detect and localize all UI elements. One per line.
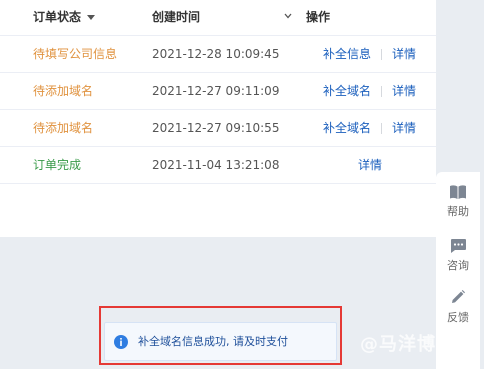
complete-domain-link[interactable]: 补全域名 — [323, 73, 371, 109]
divider — [380, 48, 382, 60]
status-header-label: 订单状态 — [33, 10, 82, 24]
details-link[interactable]: 详情 — [392, 110, 416, 146]
pencil-icon — [452, 290, 465, 303]
status-column-header[interactable]: 订单状态 — [33, 0, 96, 36]
chevron-down-icon[interactable] — [284, 12, 292, 20]
consult-button[interactable]: 咨询 — [436, 238, 480, 273]
time-cell: 2021-12-28 10:09:45 — [152, 47, 280, 61]
table-row: 待填写公司信息 2021-12-28 10:09:45 补全信息 详情 — [0, 36, 436, 73]
book-icon — [450, 185, 466, 199]
help-label: 帮助 — [447, 205, 469, 218]
actions-cell: 补全信息 详情 — [300, 36, 436, 73]
table-row: 订单完成 2021-11-04 13:21:08 详情 — [0, 147, 436, 184]
order-table: 订单状态 创建时间 操作 待填写公司信息 2021-12-28 10:09:45… — [0, 0, 436, 237]
table-row: 待添加域名 2021-12-27 09:11:09 补全域名 详情 — [0, 73, 436, 110]
table-row: 待添加域名 2021-12-27 09:10:55 补全域名 详情 — [0, 110, 436, 147]
time-cell: 2021-12-27 09:11:09 — [152, 84, 280, 98]
status-cell: 订单完成 — [33, 158, 82, 172]
status-cell: 待添加域名 — [33, 84, 94, 98]
highlight-box — [99, 306, 342, 365]
complete-domain-link[interactable]: 补全域名 — [323, 110, 371, 146]
actions-cell: 补全域名 详情 — [300, 73, 436, 110]
details-link[interactable]: 详情 — [358, 147, 382, 183]
time-cell: 2021-11-04 13:21:08 — [152, 158, 280, 172]
watermark: @马洋博客 — [360, 334, 455, 355]
caret-down-icon[interactable] — [87, 15, 96, 20]
details-link[interactable]: 详情 — [392, 36, 416, 72]
actions-cell: 详情 — [300, 147, 436, 184]
time-cell: 2021-12-27 09:10:55 — [152, 121, 280, 135]
table-header: 订单状态 创建时间 操作 — [0, 0, 436, 36]
feedback-button[interactable]: 反馈 — [436, 290, 480, 325]
status-cell: 待填写公司信息 — [33, 47, 118, 61]
feedback-label: 反馈 — [447, 311, 469, 324]
details-link[interactable]: 详情 — [392, 73, 416, 109]
consult-label: 咨询 — [447, 259, 469, 272]
chat-icon — [451, 239, 466, 253]
status-cell: 待添加域名 — [33, 121, 94, 135]
actions-column-header: 操作 — [306, 10, 331, 24]
divider — [380, 122, 382, 134]
created-time-column-header: 创建时间 — [152, 10, 201, 24]
actions-cell: 补全域名 详情 — [300, 110, 436, 147]
complete-info-link[interactable]: 补全信息 — [323, 36, 371, 72]
help-button[interactable]: 帮助 — [436, 184, 480, 219]
divider — [380, 85, 382, 97]
